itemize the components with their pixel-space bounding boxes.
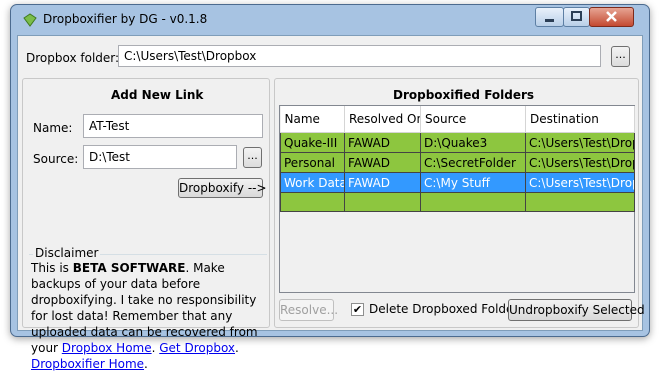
disclaimer-text-4: . xyxy=(235,341,239,355)
disclaimer-legend: Disclaimer xyxy=(33,246,101,260)
add-new-link-title: Add New Link xyxy=(111,88,204,102)
source-input[interactable]: D:\Test xyxy=(83,145,237,169)
cell-resolved-on: FAWAD xyxy=(344,172,421,193)
maximize-icon xyxy=(571,11,582,21)
table-row[interactable]: Quake-III FAWAD D:\Quake3 C:\Users\Test\… xyxy=(280,132,635,153)
close-button[interactable] xyxy=(589,7,634,27)
cell-destination: C:\Users\Test\Dropb xyxy=(525,172,635,193)
cell-name: Quake-III xyxy=(280,132,345,153)
cell-destination: C:\Users\Test\Dropb xyxy=(525,132,635,153)
get-dropbox-link[interactable]: Get Dropbox xyxy=(159,341,235,355)
folders-grid[interactable]: Name Resolved On Source Destination Quak… xyxy=(279,105,635,293)
dropbox-folder-input[interactable]: C:\Users\Test\Dropbox xyxy=(118,45,601,67)
minimize-icon xyxy=(545,19,554,22)
close-icon xyxy=(606,11,617,22)
dropbox-folder-browse-button[interactable]: ... xyxy=(611,46,630,67)
name-input[interactable]: AT-Test xyxy=(83,114,263,138)
table-row[interactable]: Personal FAWAD C:\SecretFolder C:\Users\… xyxy=(280,152,635,173)
dropbox-home-link[interactable]: Dropbox Home xyxy=(62,341,152,355)
disclaimer-text-1: This is xyxy=(31,261,73,275)
disclaimer-text-5: . xyxy=(144,357,148,371)
source-label: Source: xyxy=(33,152,79,166)
cell-empty xyxy=(344,192,421,212)
source-browse-button[interactable]: ... xyxy=(243,147,262,168)
cell-source: D:\Quake3 xyxy=(420,132,526,153)
client-area: Dropbox folder: C:\Users\Test\Dropbox ..… xyxy=(17,35,645,371)
dropboxified-folders-panel: Dropboxified Folders Name Resolved On So… xyxy=(274,78,645,328)
new-row[interactable] xyxy=(280,192,635,212)
minimize-button[interactable] xyxy=(535,7,564,27)
resolve-button[interactable]: Resolve... xyxy=(279,299,338,321)
cell-source: C:\SecretFolder xyxy=(420,152,526,173)
app-window: Dropboxifier by DG - v0.1.8 Dropbox fold… xyxy=(10,4,650,371)
column-header-resolved-on[interactable]: Resolved On xyxy=(344,106,421,133)
table-row-selected[interactable]: Work Data FAWAD C:\My Stuff C:\Users\Tes… xyxy=(280,172,635,193)
undropboxify-selected-button[interactable]: Undropboxify Selected xyxy=(508,299,645,321)
disclaimer-group: Disclaimer This is BETA SOFTWARE. Make b… xyxy=(29,246,267,371)
cell-destination: C:\Users\Test\Dropb xyxy=(525,152,635,173)
cell-resolved-on: FAWAD xyxy=(344,132,421,153)
cell-resolved-on: FAWAD xyxy=(344,152,421,173)
cell-name: Personal xyxy=(280,152,345,173)
column-header-destination[interactable]: Destination xyxy=(525,106,635,133)
folders-table: Name Resolved On Source Destination Quak… xyxy=(280,106,635,212)
dropbox-folder-label: Dropbox folder: xyxy=(26,51,120,65)
cell-empty xyxy=(525,192,635,212)
cell-source: C:\My Stuff xyxy=(420,172,526,193)
dropboxifier-home-link[interactable]: Dropboxifier Home xyxy=(31,357,144,371)
column-header-name[interactable]: Name xyxy=(280,106,345,133)
disclaimer-text: This is BETA SOFTWARE. Make backups of y… xyxy=(31,260,269,372)
maximize-button[interactable] xyxy=(563,7,590,27)
beta-software-text: BETA SOFTWARE xyxy=(72,261,186,275)
add-new-link-panel: Add New Link Name: AT-Test Source: D:\Te… xyxy=(22,78,270,371)
delete-dropboxed-folder-checkbox[interactable]: ✔ xyxy=(351,303,364,316)
cell-empty xyxy=(420,192,526,212)
dropboxified-folders-title: Dropboxified Folders xyxy=(393,88,535,102)
window-title: Dropboxifier by DG - v0.1.8 xyxy=(43,12,208,26)
cell-empty xyxy=(280,192,345,212)
dropboxify-button[interactable]: Dropboxify --> xyxy=(178,178,267,198)
header-row: Name Resolved On Source Destination xyxy=(280,106,635,133)
name-label: Name: xyxy=(33,121,73,135)
delete-dropboxed-folder-label: Delete Dropboxed Folder xyxy=(369,302,519,316)
dropbox-app-icon xyxy=(23,13,37,27)
column-header-source[interactable]: Source xyxy=(420,106,526,133)
title-bar[interactable]: Dropboxifier by DG - v0.1.8 xyxy=(11,5,649,35)
cell-name: Work Data xyxy=(280,172,345,193)
